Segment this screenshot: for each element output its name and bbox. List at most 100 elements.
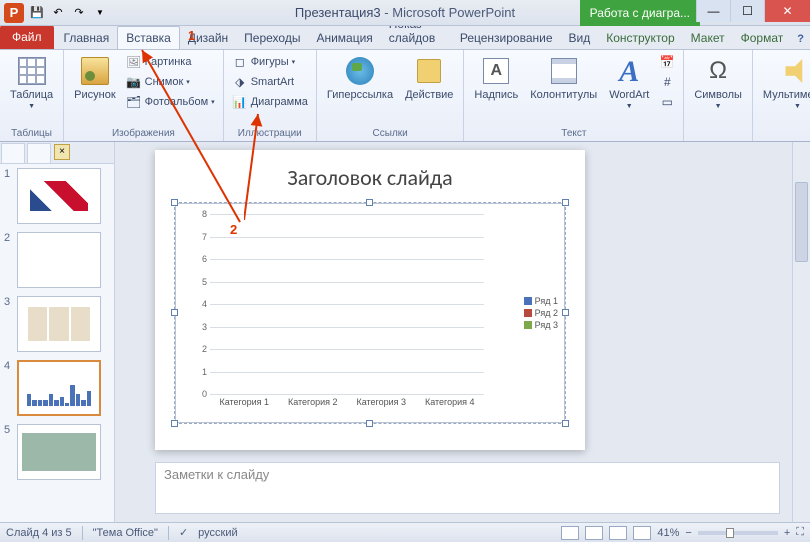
close-panel-icon[interactable]: × [54, 144, 70, 160]
picture-label: Рисунок [74, 89, 116, 101]
file-tab[interactable]: Файл [0, 25, 54, 49]
photoalbum-button[interactable]: 🗂Фотоальбом ▾ [124, 93, 217, 111]
help-icon[interactable]: ? [791, 29, 810, 49]
group-images-label: Изображения [70, 126, 217, 139]
thumbnail-row: 3 [4, 296, 110, 352]
screenshot-icon: 📷 [126, 74, 142, 90]
chart-icon: 📊 [232, 94, 248, 110]
group-images: Рисунок 🖼Картинка 📷Снимок ▾ 🗂Фотоальбом … [64, 50, 224, 141]
context-tab-конструктор[interactable]: Конструктор [598, 27, 682, 49]
language-indicator[interactable]: русский [198, 527, 237, 539]
textbox-icon: A [480, 55, 512, 87]
screenshot-label: Снимок [145, 76, 184, 88]
group-tables: Таблица ▼ Таблицы [0, 50, 64, 141]
context-tab-формат[interactable]: Формат [733, 27, 792, 49]
shapes-button[interactable]: ◻Фигуры ▾ [230, 53, 310, 71]
slide-thumbnail[interactable] [17, 296, 101, 352]
window-controls: — ☐ ✕ [696, 0, 810, 22]
document-name: Презентация3 [295, 5, 381, 20]
table-button[interactable]: Таблица ▼ [6, 53, 57, 113]
media-button[interactable]: Мультимедиа ▼ [759, 53, 810, 113]
thumbnail-number: 2 [4, 232, 14, 244]
outline-tab[interactable] [27, 143, 51, 163]
legend-item: Ряд 2 [524, 308, 558, 318]
clipart-button[interactable]: 🖼Картинка [124, 53, 217, 71]
x-axis-category: Категория 2 [288, 394, 338, 407]
slide-canvas[interactable]: Заголовок слайда 012345678Категория 1Кат… [155, 150, 585, 450]
shapes-icon: ◻ [232, 54, 248, 70]
tab-рецензирование[interactable]: Рецензирование [452, 27, 561, 49]
tab-главная[interactable]: Главная [56, 27, 118, 49]
fit-to-window-button[interactable]: ⛶ [796, 526, 804, 539]
photoalbum-icon: 🗂 [126, 94, 142, 110]
slide-title-placeholder[interactable]: Заголовок слайда [155, 150, 585, 199]
x-axis-category: Категория 4 [425, 394, 475, 407]
slide-thumbnail[interactable] [17, 360, 101, 416]
spellcheck-icon[interactable]: ✓ [179, 526, 188, 539]
group-text-label: Текст [470, 126, 677, 139]
thumbnail-number: 4 [4, 360, 14, 372]
headerfooter-button[interactable]: Колонтитулы [526, 53, 601, 103]
notes-pane[interactable]: Заметки к слайду [155, 462, 780, 514]
reading-view-button[interactable] [609, 526, 627, 540]
clipart-label: Картинка [145, 56, 192, 68]
save-icon[interactable]: 💾 [27, 3, 47, 23]
chart-button[interactable]: 📊Диаграмма [230, 93, 310, 111]
thumbnail-number: 1 [4, 168, 14, 180]
hyperlink-button[interactable]: Гиперссылка [323, 53, 397, 103]
chart-plot-area: 012345678Категория 1Категория 2Категория… [210, 214, 484, 394]
y-axis-tick: 6 [202, 254, 210, 264]
vertical-scrollbar[interactable] [792, 142, 810, 522]
powerpoint-app-icon[interactable]: P [4, 3, 24, 23]
undo-icon[interactable]: ↶ [48, 3, 68, 23]
minimize-button[interactable]: — [696, 0, 730, 22]
globe-icon [344, 55, 376, 87]
thumbnail-row: 1 [4, 168, 110, 224]
group-media-label [759, 126, 810, 139]
maximize-button[interactable]: ☐ [730, 0, 764, 22]
group-symbols-label [690, 126, 746, 139]
number-icon: # [659, 74, 675, 90]
y-axis-tick: 7 [202, 232, 210, 242]
shapes-label: Фигуры [251, 56, 289, 68]
textbox-button[interactable]: A Надпись [470, 53, 522, 103]
smartart-button[interactable]: ⬗SmartArt [230, 73, 310, 91]
title-bar: P 💾 ↶ ↷ ▼ Презентация3 - Microsoft Power… [0, 0, 810, 26]
date-button[interactable]: 📅 [657, 53, 677, 71]
symbols-button[interactable]: Ω Символы ▼ [690, 53, 746, 113]
tab-вид[interactable]: Вид [561, 27, 599, 49]
picture-button[interactable]: Рисунок [70, 53, 120, 103]
wordart-button[interactable]: A WordArt ▼ [605, 53, 653, 113]
object-button[interactable]: ▭ [657, 93, 677, 111]
object-icon: ▭ [659, 94, 675, 110]
zoom-out-button[interactable]: − [685, 527, 691, 539]
context-tab-макет[interactable]: Макет [683, 27, 733, 49]
slide-editor-area: Заголовок слайда 012345678Категория 1Кат… [115, 142, 810, 522]
action-button[interactable]: Действие [401, 53, 457, 103]
hyperlink-label: Гиперссылка [327, 89, 393, 101]
slides-tab[interactable] [1, 143, 25, 163]
normal-view-button[interactable] [561, 526, 579, 540]
screenshot-button[interactable]: 📷Снимок ▾ [124, 73, 217, 91]
y-axis-tick: 4 [202, 299, 210, 309]
zoom-slider[interactable] [698, 531, 778, 535]
wordart-label: WordArt [609, 89, 649, 101]
slide-thumbnail[interactable] [17, 232, 101, 288]
action-icon [413, 55, 445, 87]
zoom-percent[interactable]: 41% [657, 527, 679, 539]
redo-icon[interactable]: ↷ [69, 3, 89, 23]
close-button[interactable]: ✕ [764, 0, 810, 22]
tab-вставка[interactable]: Вставка [117, 26, 180, 49]
slide-thumbnail[interactable] [17, 424, 101, 480]
sorter-view-button[interactable] [585, 526, 603, 540]
qat-dropdown-icon[interactable]: ▼ [90, 3, 110, 23]
slide-counter: Слайд 4 из 5 [6, 527, 72, 539]
zoom-in-button[interactable]: + [784, 527, 790, 539]
date-icon: 📅 [659, 54, 675, 70]
slidenumber-button[interactable]: # [657, 73, 677, 91]
tab-переходы[interactable]: Переходы [236, 27, 308, 49]
tab-анимация[interactable]: Анимация [308, 27, 380, 49]
speaker-icon [781, 55, 810, 87]
slide-thumbnail[interactable] [17, 168, 101, 224]
slideshow-view-button[interactable] [633, 526, 651, 540]
